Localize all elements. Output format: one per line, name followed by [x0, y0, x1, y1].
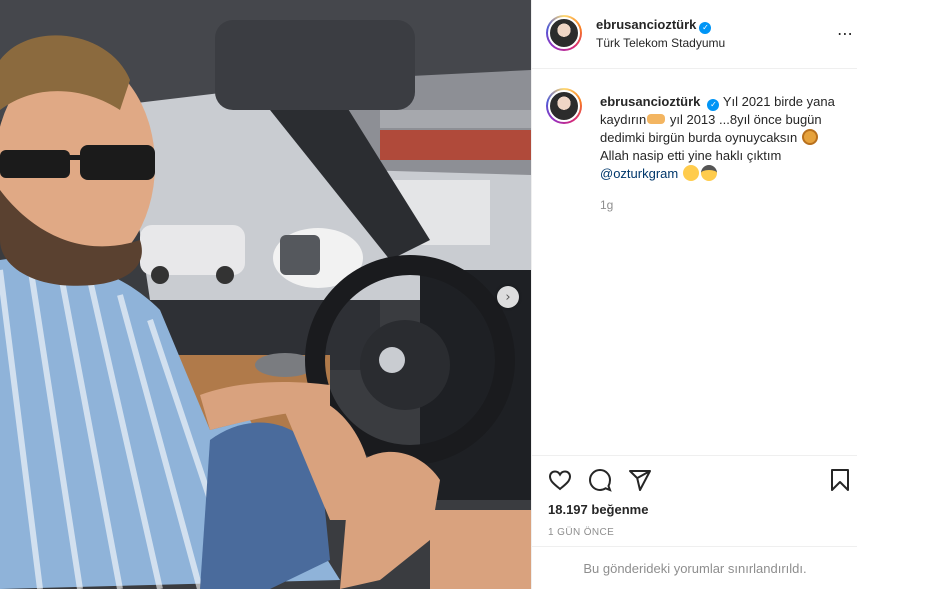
chevron-right-icon: › [505, 289, 511, 305]
comment-button[interactable] [586, 466, 614, 494]
post-photo[interactable]: › [0, 0, 531, 589]
likes-count[interactable]: 18.197 beğenme [548, 502, 648, 517]
post-header: ebrusancioztürk ✓ Türk Telekom Stadyumu ⋯ [532, 0, 858, 69]
caption-avatar[interactable] [546, 88, 582, 124]
save-button[interactable] [826, 466, 854, 494]
caption: ebrusancioztürk ✓ Yıl 2021 birde yana kay… [600, 93, 850, 183]
post-date[interactable]: 1 GÜN ÖNCE [548, 527, 614, 538]
lion-emoji-icon [801, 129, 818, 145]
pointing-hand-emoji-icon [647, 114, 666, 124]
caption-time-ago: 1g [600, 198, 614, 212]
username-wrap: ebrusancioztürk ✓ [596, 16, 712, 34]
avatar-image [548, 90, 580, 122]
heart-icon [548, 470, 572, 491]
mention-link[interactable]: @ozturkgram [600, 166, 678, 181]
caption-username-link[interactable]: ebrusancioztürk [600, 94, 700, 109]
verified-badge-icon: ✓ [707, 99, 720, 111]
comment-icon [588, 468, 612, 492]
action-bar: 18.197 beğenme 1 GÜN ÖNCE Bu gönderideki… [532, 455, 858, 589]
page-background [857, 0, 950, 589]
verified-badge-icon: ✓ [699, 22, 712, 34]
username-link[interactable]: ebrusancioztürk [596, 17, 696, 32]
caption-text-3: Allah nasip etti yine haklı çıktım [600, 148, 782, 163]
cool-emoji-icon [700, 165, 717, 181]
location-link[interactable]: Türk Telekom Stadyumu [596, 36, 725, 50]
share-button[interactable] [626, 466, 654, 494]
bookmark-icon [831, 469, 849, 491]
avatar-image [548, 17, 580, 49]
photo-illustration [0, 0, 531, 589]
carousel-next-button[interactable]: › [497, 286, 519, 308]
send-icon [629, 470, 651, 491]
post-side-panel: ebrusancioztürk ✓ Türk Telekom Stadyumu ⋯… [531, 0, 858, 589]
avatar[interactable] [546, 15, 582, 51]
comments-limited-notice: Bu gönderideki yorumlar sınırlandırıldı. [532, 546, 858, 589]
more-options-icon[interactable]: ⋯ [837, 24, 854, 43]
like-button[interactable] [546, 466, 574, 494]
rofl-emoji-icon [682, 165, 699, 181]
